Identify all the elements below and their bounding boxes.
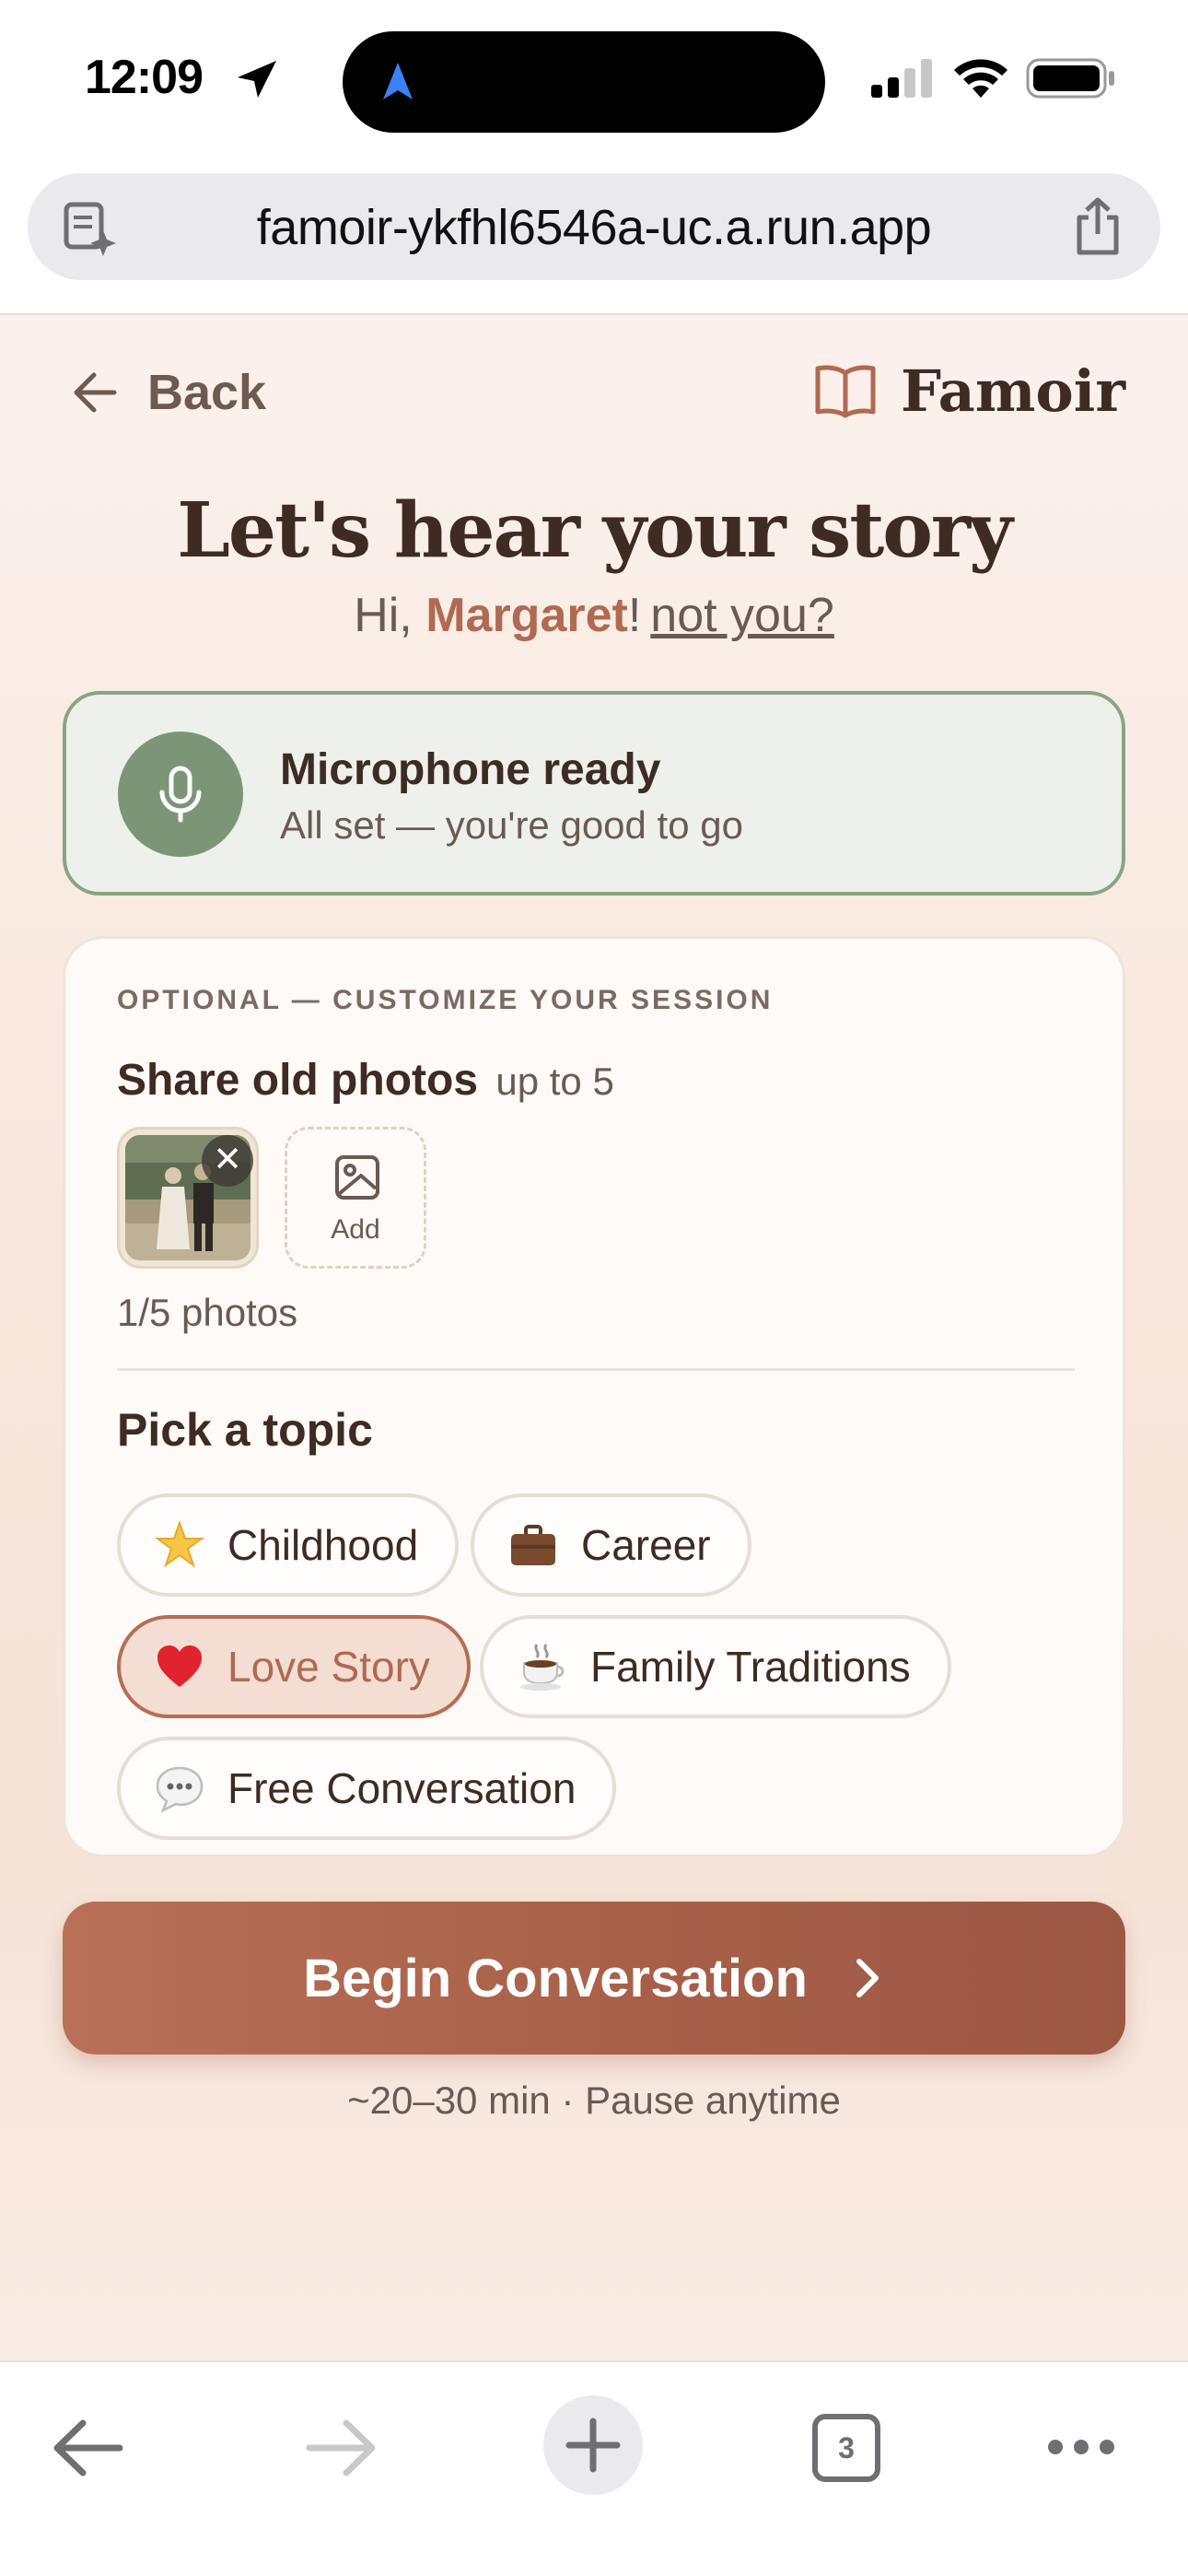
begin-conversation-label: Begin Conversation [303, 1948, 808, 2008]
back-arrow-icon[interactable] [52, 2416, 125, 2480]
location-arrow-icon [238, 61, 276, 98]
heart-icon [157, 1645, 202, 1687]
topic-label: Childhood [227, 1521, 419, 1569]
add-photo-button[interactable]: Add [285, 1127, 426, 1269]
topic-chip-free-conversation[interactable]: Free Conversation [117, 1737, 617, 1840]
brand-name: Famoir [901, 357, 1125, 425]
status-time: 12:09 [85, 51, 204, 104]
forward-arrow-icon[interactable] [304, 2416, 378, 2480]
microphone-status-card: Microphone ready All set — you're good t… [63, 691, 1125, 896]
back-label: Back [147, 365, 267, 420]
photos-heading: Share old photos up to 5 [117, 1055, 614, 1106]
topic-label: Family Traditions [590, 1643, 911, 1691]
topic-chip-childhood[interactable]: Childhood [117, 1493, 460, 1597]
plus-icon [565, 2418, 621, 2473]
open-book-icon [815, 365, 876, 418]
begin-conversation-button[interactable]: Begin Conversation [63, 1902, 1125, 2055]
divider [117, 1368, 1075, 1371]
tab-count: 3 [838, 2431, 855, 2465]
photos-heading-label: Share old photos [117, 1056, 479, 1105]
more-icon[interactable] [1044, 2429, 1118, 2465]
section-caption: OPTIONAL — CUSTOMIZE YOUR SESSION [117, 985, 774, 1015]
mic-status-title: Microphone ready [280, 745, 661, 794]
topic-chip-career[interactable]: Career [471, 1493, 751, 1597]
battery-icon [1026, 58, 1114, 99]
microphone-icon [159, 766, 202, 823]
topic-label: Free Conversation [227, 1764, 577, 1812]
session-duration-note: ~20–30 min · Pause anytime [347, 2078, 841, 2122]
coffee-icon [520, 1644, 565, 1691]
page-title: Let's hear your story [177, 486, 1012, 575]
greeting-prefix: Hi, [354, 589, 426, 642]
chevron-right-icon [856, 1959, 879, 1997]
mic-status-subtitle: All set — you're good to go [280, 803, 743, 847]
share-icon[interactable] [1072, 197, 1124, 256]
photo-thumbnail[interactable]: ✕ [117, 1127, 259, 1269]
topic-chip-family-traditions[interactable]: Family Traditions [480, 1615, 951, 1718]
page-content: Back Famoir Let's hear your story Hi, Ma… [0, 315, 1188, 2360]
address-bar[interactable]: famoir-ykfhl6546a-uc.a.run.app [28, 173, 1160, 280]
briefcase-icon [511, 1525, 555, 1565]
browser-toolbar: 3 [0, 2360, 1188, 2576]
dynamic-island [343, 31, 825, 133]
user-name: Margaret [425, 589, 628, 642]
photo-count: 1/5 photos [117, 1291, 298, 1334]
back-button[interactable]: Back [70, 356, 266, 429]
tabs-button[interactable]: 3 [812, 2414, 880, 2482]
url-text[interactable]: famoir-ykfhl6546a-uc.a.run.app [28, 199, 1160, 256]
image-icon [335, 1155, 379, 1200]
photos-limit: up to 5 [495, 1060, 614, 1103]
star-icon [154, 1519, 205, 1568]
greeting-suffix: ! [627, 589, 642, 642]
topic-heading: Pick a topic [117, 1404, 373, 1456]
not-you-link[interactable]: not you? [650, 589, 834, 642]
arrow-left-icon [74, 372, 117, 413]
microphone-indicator [118, 732, 243, 857]
remove-photo-button[interactable]: ✕ [202, 1135, 253, 1187]
navigation-arrow-icon [383, 63, 413, 100]
speech-bubble-icon [156, 1766, 204, 1813]
cellular-signal-icon [871, 59, 932, 98]
topic-label: Career [581, 1521, 711, 1569]
new-tab-button[interactable] [543, 2395, 643, 2495]
status-bar: 12:09 [0, 0, 1188, 161]
greeting: Hi, Margaret! not you? [0, 588, 1188, 643]
customize-session-card: OPTIONAL — CUSTOMIZE YOUR SESSION Share … [63, 936, 1125, 1857]
topic-label: Love Story [227, 1643, 430, 1691]
brand-logo: Famoir [814, 352, 1125, 429]
add-photo-label: Add [331, 1214, 380, 1245]
topic-chip-love-story[interactable]: Love Story [117, 1615, 471, 1718]
wifi-icon [954, 59, 1007, 98]
